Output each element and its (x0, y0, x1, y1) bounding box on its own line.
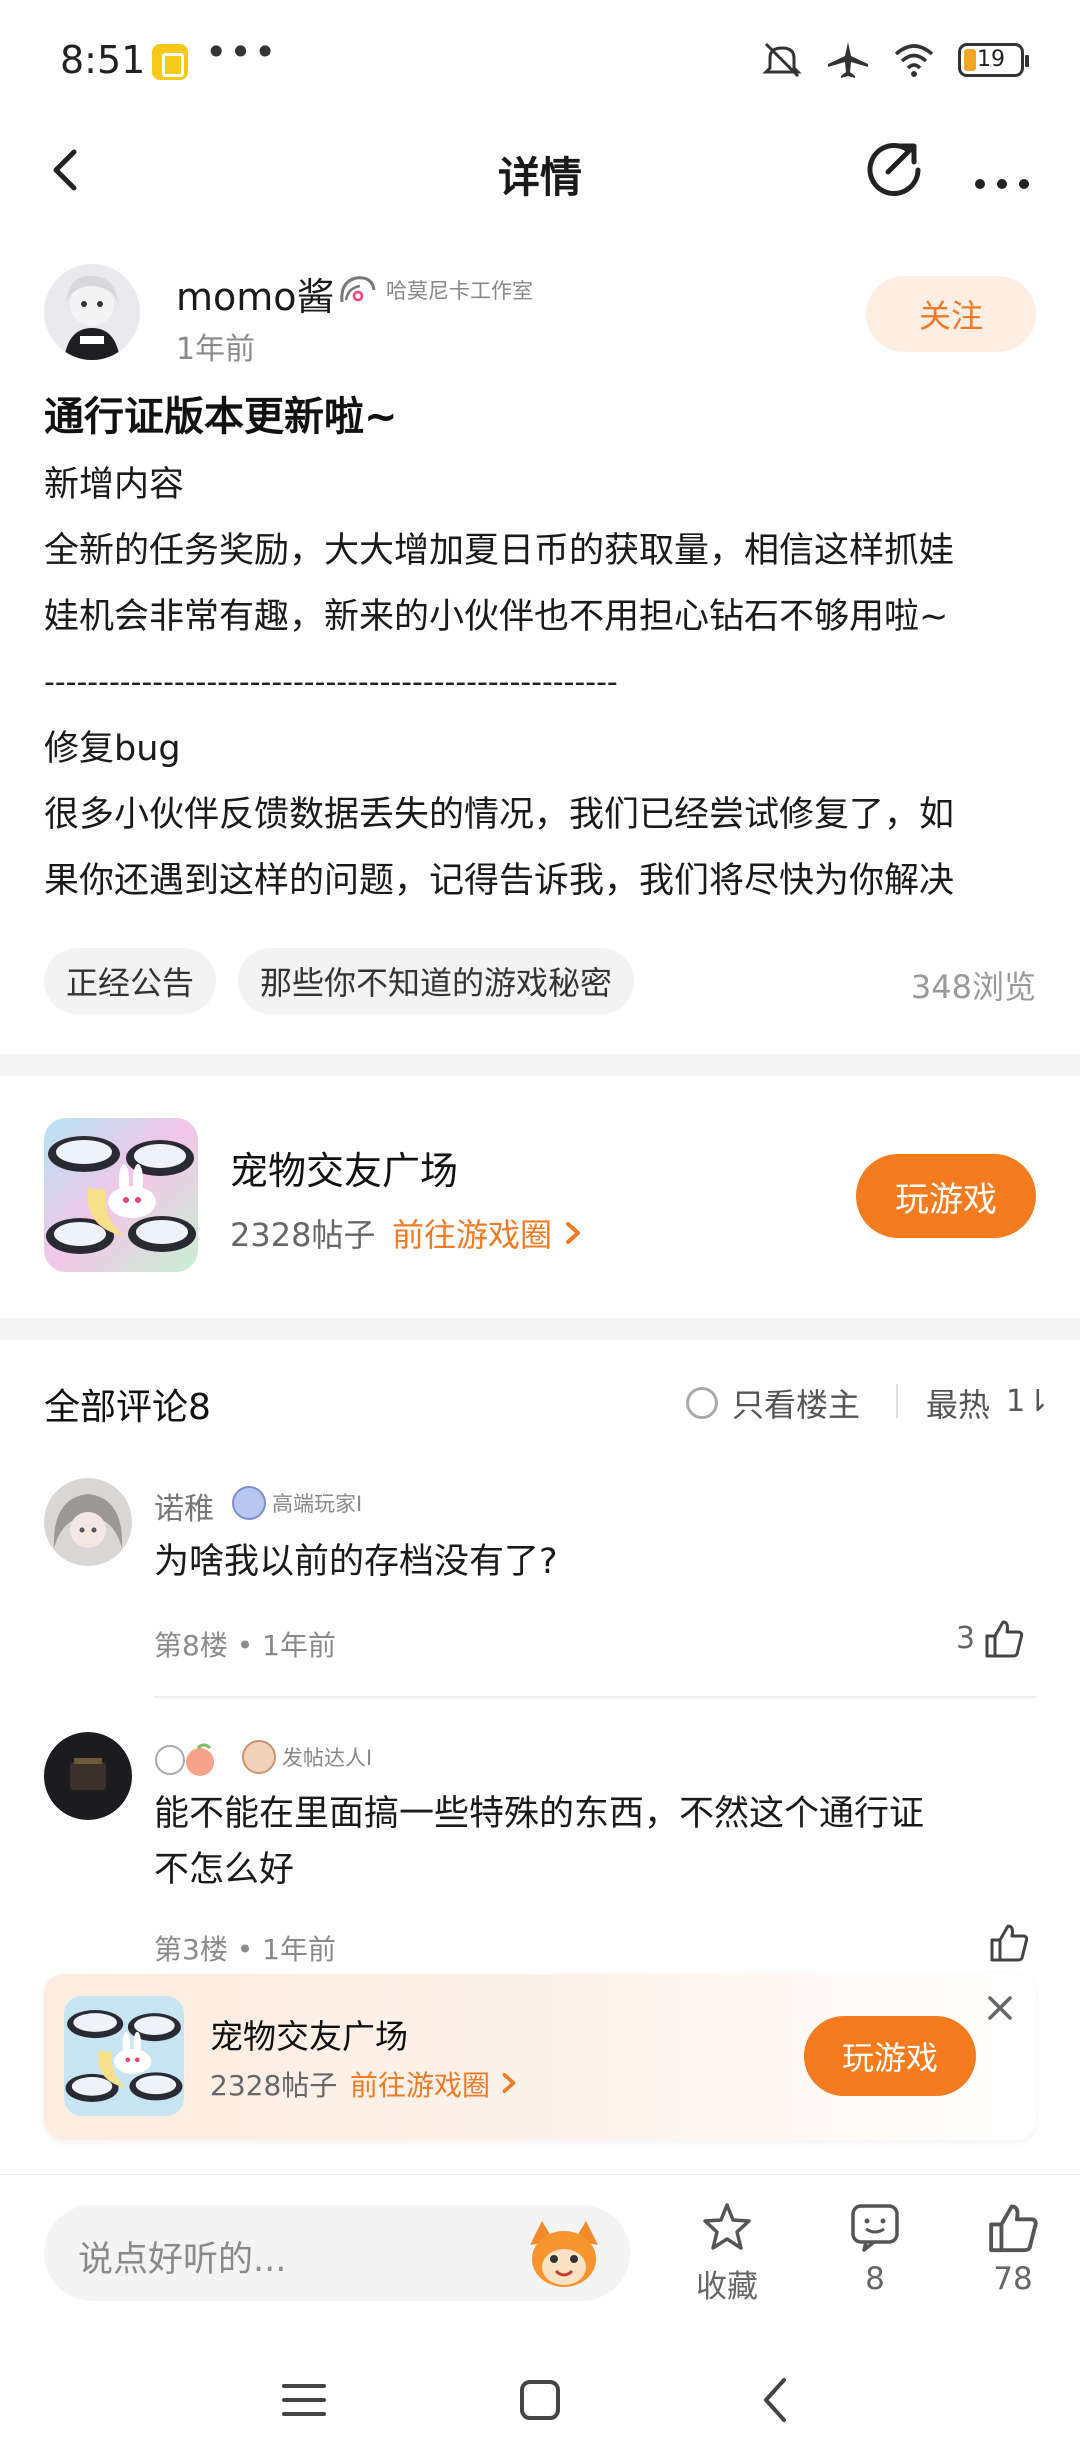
poster-badge-icon (242, 1740, 276, 1774)
comment-bubble-icon (851, 2204, 899, 2252)
comment-placeholder: 说点好听的... (78, 2240, 287, 2280)
view-count: 348浏览 (910, 968, 1036, 1006)
comment-like-button[interactable]: 3 (956, 1618, 1025, 1658)
studio-badge: 哈莫尼卡工作室 (336, 272, 533, 308)
chevron-right-icon (566, 1222, 581, 1244)
thumbs-up-icon (990, 1924, 1029, 1962)
post-tags: 正经公告 那些你不知道的游戏秘密 (44, 948, 635, 1014)
comment-count-button[interactable]: 8 (820, 2201, 930, 2297)
comment-divider (154, 1696, 1036, 1698)
game-post-count: 2328帖子 (210, 2069, 338, 2102)
game-circle-link[interactable]: 前往游戏圈 (392, 1210, 584, 1256)
commenter-avatar[interactable] (44, 1732, 132, 1820)
only-op-toggle[interactable]: 只看楼主 (686, 1380, 860, 1426)
more-options-icon[interactable] (970, 140, 1034, 204)
play-game-button[interactable]: 玩游戏 (804, 2016, 976, 2096)
game-icon[interactable] (64, 1996, 184, 2116)
badge-label: 发帖达人I (282, 1746, 373, 1770)
status-icons: 19 (760, 40, 1029, 80)
commenter-avatar[interactable] (44, 1478, 132, 1566)
menu-icon[interactable] (274, 2370, 334, 2430)
badge-label: 高端玩家I (272, 1492, 363, 1516)
battery-level: 19 (977, 47, 1005, 72)
author-name[interactable]: momo酱 (176, 266, 335, 321)
thumbs-up-icon (989, 2204, 1038, 2253)
status-bar: 8:51 ••• 19 (0, 0, 1080, 130)
studio-name: 哈莫尼卡工作室 (386, 279, 533, 303)
share-icon[interactable] (862, 136, 926, 200)
comment-meta: 第3楼 • 1年前 (154, 1933, 336, 1966)
user-badge: 发帖达人I (242, 1740, 372, 1774)
post-title: 通行证版本更新啦~ (44, 394, 398, 440)
status-time: 8:51 (60, 38, 146, 82)
section-divider (0, 1318, 1080, 1340)
sort-icon[interactable]: 1⇂ (1006, 1384, 1050, 1419)
post-divider-line: ----------------------------------------… (44, 665, 618, 700)
tag-chip[interactable]: 那些你不知道的游戏秘密 (238, 948, 635, 1014)
game-icon[interactable] (44, 1118, 198, 1272)
comments-title: 全部评论8 (44, 1387, 211, 1428)
post-line: 全新的任务奖励，大大增加夏日币的获取量，相信这样抓娃 (44, 531, 955, 571)
like-post-button[interactable]: 78 (958, 2201, 1068, 2297)
tag-chip[interactable]: 正经公告 (44, 948, 217, 1014)
post-line: 娃机会非常有趣，新来的小伙伴也不用担心钻石不够用啦~ (44, 597, 949, 637)
user-nickname-emblem (154, 1740, 226, 1780)
harmonica-icon (340, 276, 376, 303)
game-name[interactable]: 宠物交友广场 (230, 1140, 458, 1195)
mute-vibrate-icon (762, 42, 802, 78)
thumbs-up-icon (985, 1620, 1024, 1658)
comment-like-button[interactable] (988, 1922, 1030, 1962)
post-line: 果你还遇到这样的问题，记得告诉我，我们将尽快为你解决 (44, 861, 955, 901)
system-nav-bar (0, 2340, 1080, 2460)
mascot-emoji-icon[interactable] (524, 2215, 604, 2291)
comment-text-line: 能不能在里面搞一些特殊的东西，不然这个通行证 (154, 1794, 925, 1834)
comment-text: 为啥我以前的存档没有了? (154, 1542, 558, 1582)
commenter-name[interactable]: 诺稚 (154, 1484, 214, 1528)
collect-label: 收藏 (696, 2269, 758, 2305)
more-notifications-icon: ••• (205, 30, 279, 74)
vertical-separator (896, 1384, 898, 1418)
floating-game-banner[interactable]: 宠物交友广场 2328帖子 前往游戏圈 玩游戏 (44, 1974, 1036, 2140)
section-divider (0, 1054, 1080, 1076)
comment-text-line: 不怎么好 (154, 1850, 295, 1890)
user-badge: 高端玩家I (232, 1486, 362, 1520)
comment-text: 能不能在里面搞一些特殊的东西，不然这个通行证 不怎么好 (154, 1786, 1034, 1898)
post-body: 新增内容 全新的任务奖励，大大增加夏日币的获取量，相信这样抓娃 娃机会非常有趣，… (44, 452, 1044, 914)
close-icon[interactable] (980, 1988, 1020, 2028)
game-name[interactable]: 宠物交友广场 (210, 2010, 408, 2058)
comment-input[interactable]: 说点好听的... (44, 2205, 630, 2301)
bottom-action-bar: 说点好听的... 收藏 8 78 (0, 2174, 1080, 2324)
nav-bar: 详情 (0, 120, 1080, 220)
player-badge-icon (232, 1486, 266, 1520)
back-icon[interactable] (746, 2370, 806, 2430)
airplane-mode-icon (828, 42, 868, 78)
comment-count: 8 (865, 2261, 885, 2297)
sort-hot[interactable]: 最热 (926, 1380, 990, 1426)
post-line: 新增内容 (44, 465, 185, 505)
app-notification-icon (152, 44, 188, 80)
game-circle-link-label: 前往游戏圈 (392, 1216, 553, 1254)
follow-button[interactable]: 关注 (866, 276, 1036, 352)
post-time: 1年前 (176, 332, 256, 367)
game-circle-link[interactable]: 前往游戏圈 (350, 2064, 519, 2104)
post-line: 修复bug (44, 729, 181, 769)
home-icon[interactable] (510, 2370, 570, 2430)
collect-button[interactable]: 收藏 (672, 2201, 782, 2306)
play-game-button[interactable]: 玩游戏 (856, 1154, 1036, 1238)
star-icon (703, 2203, 751, 2250)
radio-icon (686, 1387, 718, 1419)
game-circle-link-label: 前往游戏圈 (350, 2069, 491, 2102)
author-avatar[interactable] (44, 264, 140, 360)
game-post-count: 2328帖子 (230, 1216, 376, 1254)
comment-meta: 第8楼 • 1年前 (154, 1629, 336, 1662)
chevron-right-icon (502, 2072, 516, 2093)
post-line: 很多小伙伴反馈数据丢失的情况，我们已经尝试修复了，如 (44, 795, 955, 835)
battery-icon: 19 (958, 43, 1029, 77)
only-op-label: 只看楼主 (732, 1386, 861, 1424)
like-count: 3 (956, 1620, 976, 1656)
like-count: 78 (993, 2261, 1033, 2297)
peach-icon (155, 1743, 214, 1776)
wifi-icon (894, 44, 934, 77)
